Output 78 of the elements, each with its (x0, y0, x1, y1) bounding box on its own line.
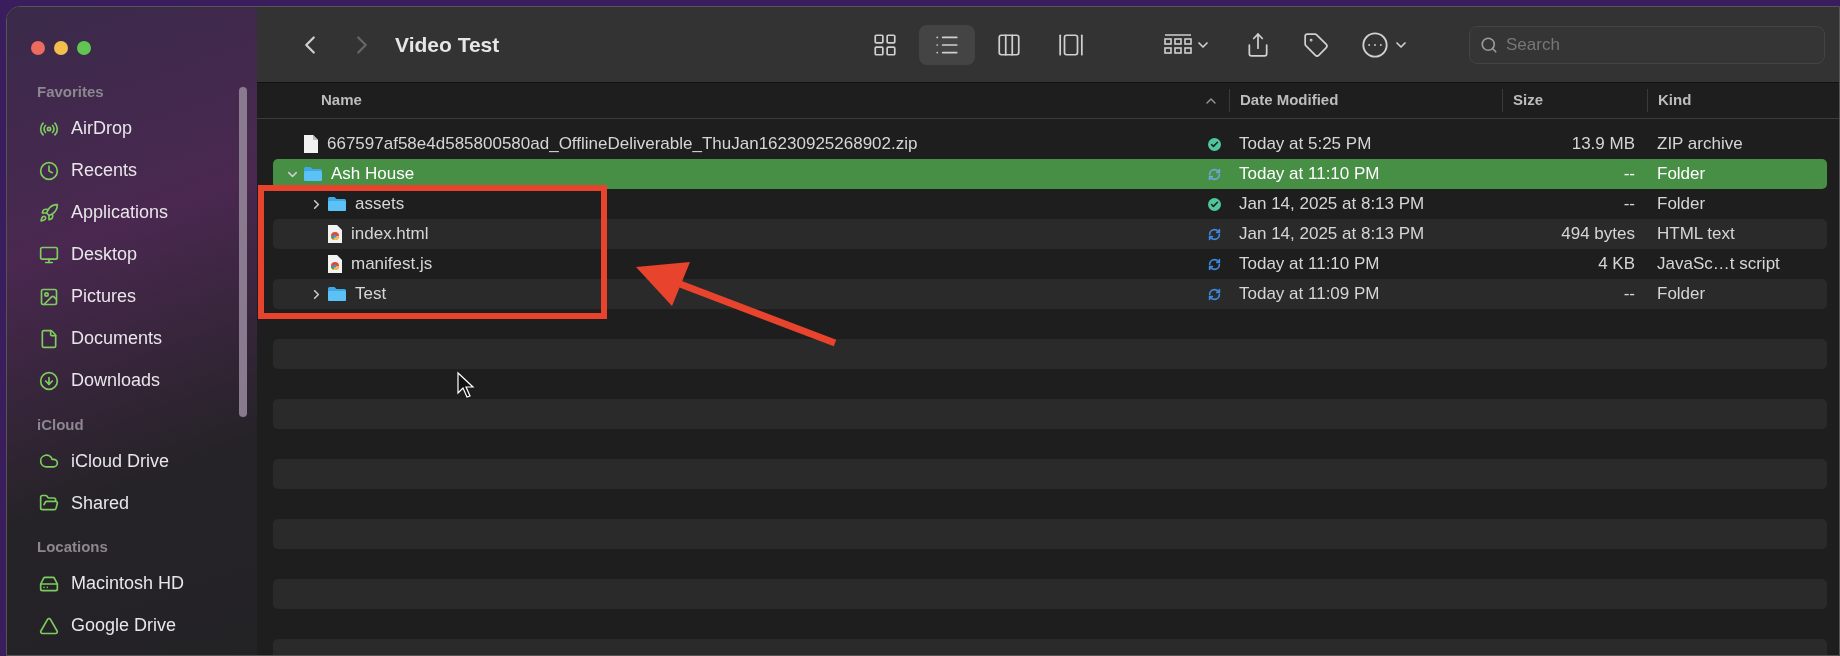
web-document-icon (327, 254, 343, 274)
file-size: 4 KB (1598, 253, 1635, 276)
sidebar-item[interactable]: Google Drive (39, 604, 177, 647)
column-header[interactable]: Date Modified (1240, 91, 1339, 109)
sidebar-item-icon (39, 328, 59, 349)
sidebar-item[interactable]: Applications (39, 191, 169, 234)
window-title: Video Test (395, 31, 500, 58)
sidebar-item[interactable]: Shared (39, 482, 130, 524)
sidebar-item-icon (39, 286, 59, 307)
share-icon[interactable] (1245, 31, 1271, 58)
date-modified: Today at 11:10 PM (1239, 254, 1380, 274)
file-name: Test (355, 283, 387, 306)
column-header[interactable]: Kind (1658, 91, 1692, 109)
file-kind: ZIP archive (1657, 134, 1743, 154)
file-kind: JavaSc…t script (1657, 254, 1780, 274)
sidebar-item[interactable]: Desktop (39, 233, 138, 276)
sidebar-section-title: iCloud (37, 414, 84, 435)
date-modified: Today at 11:09 PM (1239, 284, 1380, 304)
search-box[interactable]: Search (1469, 25, 1825, 64)
sidebar-item-icon (39, 370, 59, 391)
sidebar-item-icon (39, 493, 59, 513)
document-icon (303, 134, 319, 154)
sidebar-item-icon (39, 160, 59, 181)
sidebar-section-title: Locations (37, 537, 108, 557)
sidebar-section-title: Favorites (37, 82, 104, 102)
minimize-button[interactable] (54, 41, 68, 55)
file-kind: HTML text (1657, 224, 1735, 244)
file-kind: Folder (1657, 164, 1706, 184)
file-row[interactable]: assets Jan 14, 2025 at 8:13 PM -- Folder (273, 189, 1827, 219)
folder-icon (327, 286, 347, 302)
file-kind: Folder (1657, 284, 1706, 304)
file-name: manifest.js (351, 253, 433, 276)
folder-icon (327, 196, 347, 212)
file-size: -- (1623, 163, 1635, 186)
sidebar-item[interactable]: Documents (39, 317, 163, 360)
file-size: -- (1623, 193, 1635, 216)
more-icon[interactable] (1361, 30, 1389, 59)
file-size: 13.9 MB (1571, 133, 1635, 156)
file-name: index.html (351, 223, 429, 246)
file-name: Ash House (331, 163, 415, 186)
file-row[interactable]: index.html Jan 14, 2025 at 8:13 PM 494 bytes HTML text (273, 219, 1827, 249)
grid-view-icon (872, 31, 898, 58)
file-row[interactable]: Ash House Today at 11:10 PM -- Folder (273, 159, 1827, 189)
columns-view-icon (996, 31, 1022, 58)
sidebar-item[interactable]: Macintosh HD (39, 562, 185, 605)
sidebar-item-icon (39, 451, 59, 471)
date-modified: Jan 14, 2025 at 8:13 PM (1239, 194, 1425, 214)
tag-icon[interactable] (1303, 31, 1329, 58)
column-header[interactable]: Size (1513, 91, 1543, 109)
web-document-icon (327, 224, 343, 244)
file-size: 494 bytes (1561, 223, 1635, 246)
search-input[interactable]: Search (1506, 31, 1814, 58)
zoom-button[interactable] (77, 41, 91, 55)
file-name: assets (355, 193, 405, 216)
file-name: 667597af58e4d585800580ad_OfflineDeliverable_ThuJan16230925268902.zip (327, 133, 918, 156)
gallery-view-icon (1058, 31, 1084, 58)
file-row[interactable]: 667597af58e4d585800580ad_OfflineDeliverable_ThuJan16230925268902.zip Today at 5:25 PM 13.9 MB ZIP archive (273, 129, 1827, 159)
sidebar-item[interactable]: iCloud Drive (39, 440, 170, 482)
date-modified: Today at 11:10 PM (1239, 164, 1380, 184)
group-icon[interactable] (1163, 32, 1193, 57)
file-size: -- (1623, 283, 1635, 306)
sidebar-item[interactable]: Downloads (39, 359, 161, 402)
sidebar-item-icon (39, 244, 59, 265)
file-kind: Folder (1657, 194, 1706, 214)
column-header[interactable]: Name (321, 89, 362, 112)
sidebar-item[interactable]: Recents (39, 149, 138, 192)
sidebar-item[interactable]: AirDrop (39, 107, 132, 150)
view-button[interactable] (919, 24, 975, 65)
close-button[interactable] (31, 41, 45, 55)
folder-icon (303, 166, 323, 182)
file-row[interactable]: Test Today at 11:09 PM -- Folder (273, 279, 1827, 309)
date-modified: Today at 5:25 PM (1239, 134, 1372, 154)
search-icon (1480, 35, 1498, 54)
date-modified: Jan 14, 2025 at 8:13 PM (1239, 224, 1425, 244)
mouse-pointer-icon (457, 371, 475, 398)
sidebar-item-icon (39, 202, 59, 223)
sidebar-item[interactable]: Pictures (39, 275, 137, 318)
sidebar-item-icon (39, 615, 59, 636)
